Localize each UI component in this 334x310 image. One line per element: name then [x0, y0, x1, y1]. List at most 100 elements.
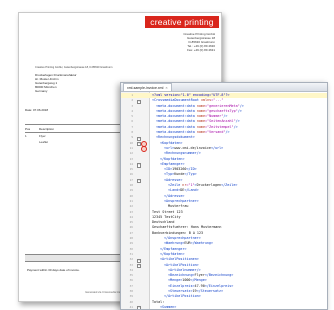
- column-header-pos: Pos: [25, 126, 31, 131]
- row-description: Flyer: [39, 134, 46, 138]
- code-token: <Adresse>: [164, 177, 183, 182]
- code-token: />: [237, 108, 242, 113]
- invoice-date: Date: 07.06.2018: [25, 108, 49, 112]
- code-token: name: [194, 124, 206, 129]
- code-token: Test Street 123: [152, 209, 183, 214]
- code-token: <Bezeichnung>: [168, 273, 195, 278]
- code-token: <meta-document:data: [156, 114, 195, 119]
- code-token: <meta-document:data: [156, 124, 195, 129]
- code-lines: 1 <?xml version="1.0" encoding="UTF-8"?> 2…: [121, 93, 327, 309]
- code-token: <meta-document:data: [156, 108, 195, 113]
- code-token: ="1": [186, 183, 195, 188]
- code-token: </Land>: [184, 188, 199, 193]
- close-icon[interactable]: ×: [165, 85, 167, 90]
- code-token: </Zeile>: [221, 183, 238, 188]
- code-token: </Menge>: [190, 278, 207, 283]
- code-token: Kunde: [174, 172, 185, 177]
- code-token: 12345 TestCity: [152, 214, 181, 219]
- code-token: <Empfaenger>: [160, 161, 185, 166]
- screenshot-scene: creative printing Creative Printing GmbH…: [0, 0, 334, 310]
- tab-label: xml-sample-invoice.xml: [127, 85, 164, 90]
- xml-editor-window: xml-sample-invoice.xml × 1 <?xml version=…: [120, 82, 328, 310]
- column-header-description: Description: [39, 126, 55, 131]
- code-token: <Einzelpreis>: [168, 283, 195, 288]
- fold-toggle-icon[interactable]: −: [137, 306, 142, 309]
- code-token: </ArtikelPosition>: [164, 294, 201, 299]
- code-token: ="...": [211, 98, 224, 103]
- code-token: <Ansprechpartner>: [164, 198, 199, 203]
- code-token: Musterfrau: [168, 204, 189, 209]
- code-token: Bankverbindungen: B A 123: [152, 230, 204, 235]
- editor-tab[interactable]: xml-sample-invoice.xml ×: [123, 83, 172, 91]
- address-line: Germany: [35, 89, 48, 93]
- code-token: />: [239, 103, 244, 108]
- code-token: </Steuersatz>: [196, 288, 224, 293]
- code-token: <ID>: [164, 167, 173, 172]
- code-token: />: [225, 130, 230, 135]
- code-token: name: [194, 114, 206, 119]
- code-token: Geschaeftsfuehrer: Hans Mustermann: [152, 225, 222, 230]
- code-token: name: [194, 130, 206, 135]
- code-token: name: [194, 119, 206, 124]
- code-token: <Summen>: [160, 304, 177, 309]
- code-area[interactable]: 1 <?xml version="1.0" encoding="UTF-8"?> 2…: [121, 92, 327, 309]
- code-token: <Land>: [168, 188, 181, 193]
- code-token: 47.90: [194, 283, 205, 288]
- code-token: <meta-document:data: [156, 130, 195, 135]
- code-token: <Menge>: [168, 278, 183, 283]
- code-token: />: [223, 114, 228, 119]
- code-token: <ArtikelPosition>: [164, 262, 199, 267]
- code-token: ="Nummer": [205, 114, 224, 119]
- code-token: </url>: [210, 145, 224, 150]
- code-token: <meta-document:data: [156, 103, 195, 108]
- sender-line: Creative Printing GmbH, Gutenbergstrasse…: [35, 66, 113, 69]
- code-token: name: [194, 103, 206, 108]
- code-token: xmlns: [198, 98, 212, 103]
- code-token: Deutschland: [152, 220, 175, 225]
- code-token: ="Versand": [205, 130, 226, 135]
- code-token: </ID>: [186, 167, 197, 172]
- code-token: <?xml version="1.0" encoding="UTF-8"?>: [152, 93, 230, 97]
- code-token: <Steuersatz>: [168, 288, 193, 293]
- code-token: Flyer: [194, 273, 205, 278]
- code-token: <Rechnungsdokument>: [156, 135, 195, 140]
- code-token: </Empfaenger>: [160, 246, 187, 251]
- code-token: <Rechnungsnummer/>: [164, 151, 201, 156]
- code-token: </Einzelpreis>: [204, 283, 234, 288]
- code-token: ="SeitenAnzahl": [205, 119, 236, 124]
- code-token: </Typ>: [184, 172, 197, 177]
- code-text: <Summen>: [152, 304, 177, 309]
- editor-tab-bar: xml-sample-invoice.xml ×: [121, 83, 327, 92]
- code-token: <Zeile: [168, 183, 181, 188]
- code-token: />: [233, 124, 238, 129]
- code-token: </Ansprechpartner>: [164, 236, 201, 241]
- company-line: Fax: +49 (0) 89 4631: [187, 48, 215, 52]
- code-token: 1903260: [172, 167, 187, 172]
- code-token: www.cmi.de/invoice: [174, 145, 211, 150]
- payment-terms: Payment within 30 days date of invoice.: [27, 268, 80, 272]
- code-token: </Kopfdaten>: [160, 156, 185, 161]
- code-token: <CrossmediaDocumentRoot: [152, 98, 199, 103]
- brand-logo: creative printing: [145, 16, 219, 28]
- row-pos: 1: [25, 134, 27, 138]
- code-token: ="generierenMeta": [205, 103, 240, 108]
- code-token: </Adresse>: [164, 193, 185, 198]
- code-token: Total:: [152, 299, 165, 304]
- code-token: </Waehrung>: [190, 241, 214, 246]
- company-address-block: Creative Printing GmbH Gutenbergstrasse …: [155, 32, 215, 52]
- code-token: />: [235, 119, 240, 124]
- code-token: <ArtikelPositionen>: [160, 257, 199, 262]
- code-token: Druckerlagen: [196, 183, 222, 188]
- row-description: Leaflet: [39, 140, 49, 144]
- code-token: <Artikelnummer/>: [168, 267, 201, 272]
- code-token: ="geschaeftsTyp": [205, 108, 238, 113]
- code-line[interactable]: 41 − <Summen>: [121, 304, 327, 309]
- code-token: <meta-document:data: [156, 119, 195, 124]
- line-number: 41: [129, 304, 133, 309]
- code-token: </Kopfdaten>: [160, 251, 185, 256]
- code-token: ="Zeitstempel": [205, 124, 234, 129]
- code-token: <Waehrung>: [164, 241, 185, 246]
- code-token: </Bezeichnung>: [204, 273, 234, 278]
- recipient-address: Druckerlagen Druckmanufaktur Hr. Muster-…: [35, 73, 77, 93]
- code-token: <Kopfdaten>: [160, 140, 183, 145]
